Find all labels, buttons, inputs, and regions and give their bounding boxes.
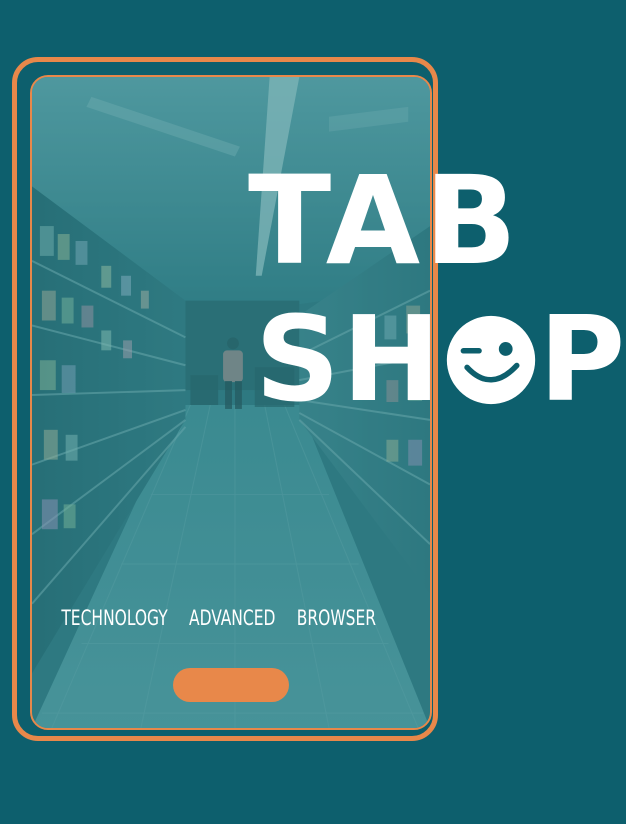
tablet-screen bbox=[30, 75, 432, 730]
image-tint-overlay bbox=[32, 77, 430, 728]
logo-text-p: P bbox=[538, 290, 626, 428]
tagline-word-browser: BROWSER bbox=[296, 606, 377, 630]
poster: TECHNOLOGY ADVANCED BROWSER TAB SH P bbox=[0, 0, 626, 824]
cta-button[interactable] bbox=[173, 668, 289, 702]
tagline-word-advanced: ADVANCED bbox=[188, 606, 276, 630]
tagline-word-technology: TECHNOLOGY bbox=[61, 606, 168, 630]
tagline: TECHNOLOGY ADVANCED BROWSER bbox=[42, 606, 396, 630]
winking-face-icon bbox=[446, 315, 535, 405]
